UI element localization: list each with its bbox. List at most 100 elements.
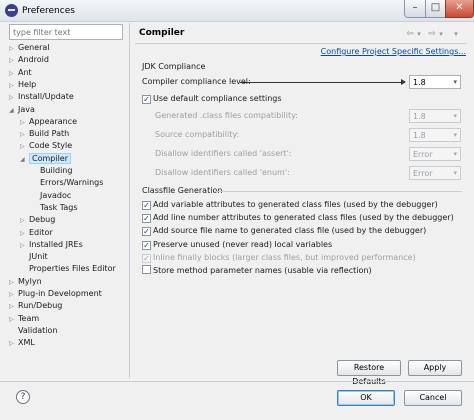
tree-item[interactable]: ▷ Debug (20, 214, 55, 226)
classfile-option-checkbox[interactable]: ✓ Add source file name to generated class… (142, 225, 426, 237)
tree-item-label: Debug (29, 215, 56, 225)
tree-item[interactable]: ▷ Mylyn (9, 276, 42, 288)
forward-menu-chevron-icon[interactable]: ▾ (436, 28, 446, 40)
minimize-button[interactable]: – (404, 0, 426, 18)
tree-item-label: Help (18, 79, 37, 89)
collapsed-chevron-icon[interactable]: ▷ (9, 277, 18, 289)
tree-item-label: Editor (29, 227, 53, 237)
preference-tree: ▷ General ▷ Android ▷ Ant ▷ Help ▷ Install/Update… (9, 42, 123, 372)
classfile-option-label: Preserve unused (never read) local varia… (153, 239, 333, 249)
tree-item-label: XML (18, 338, 35, 348)
collapsed-chevron-icon[interactable]: ▷ (9, 314, 18, 326)
tree-item-label: Errors/Warnings (40, 178, 104, 188)
tree-item[interactable]: ▷ Team (9, 313, 39, 325)
close-button[interactable]: ✕ (445, 0, 474, 18)
apply-button[interactable]: Apply (408, 360, 462, 376)
use-default-compliance-label: Use default compliance settings (153, 94, 282, 103)
collapsed-chevron-icon[interactable]: ▷ (9, 92, 18, 104)
collapsed-chevron-icon[interactable]: ▷ (9, 68, 18, 80)
tree-item[interactable]: Task Tags (31, 202, 78, 214)
collapsed-chevron-icon[interactable]: ▷ (20, 215, 29, 227)
tree-item[interactable]: ▷ XML (9, 337, 35, 349)
compliance-level-combo[interactable]: 1.8 ▾ (409, 75, 461, 89)
tree-item[interactable]: ▷ Install/Update (9, 91, 74, 103)
classfile-option-checkbox[interactable]: ✓ Preserve unused (never read) local vari… (142, 239, 332, 251)
tree-item[interactable]: ▷ Installed JREs (20, 239, 83, 251)
nav-toolbar: ⇦ ▾ ⇨ ▾ ▾ (405, 28, 463, 40)
help-icon[interactable]: ? (16, 390, 30, 404)
tree-item[interactable]: ▷ Ant (9, 67, 32, 79)
tree-item[interactable]: ◢ Java (9, 104, 35, 116)
page-title: Compiler (139, 28, 185, 38)
configure-project-settings-link[interactable]: Configure Project Specific Settings... (321, 47, 466, 56)
checkbox-check-icon: ✓ (142, 95, 151, 104)
tree-item[interactable]: ▷ General (9, 42, 50, 54)
classfile-option-label: Add variable attributes to generated cla… (153, 200, 438, 209)
disabled-setting-combo[interactable]: Error ▾ (409, 147, 461, 161)
collapsed-chevron-icon[interactable]: ▷ (20, 129, 29, 141)
collapsed-chevron-icon[interactable]: ▷ (9, 301, 18, 313)
disabled-setting-label: Disallow identifiers called 'assert': (155, 149, 292, 158)
disabled-setting-value: Error (413, 169, 433, 178)
tree-item[interactable]: ▷ Editor (20, 227, 53, 239)
cancel-button[interactable]: Cancel (404, 390, 462, 406)
expanded-chevron-icon[interactable]: ◢ (9, 105, 18, 117)
classfile-option-checkbox[interactable]: ✓ Add line number attributes to generated… (142, 212, 454, 224)
jdk-compliance-heading: JDK Compliance (142, 62, 206, 71)
tree-item-label: Javadoc (40, 190, 72, 200)
tree-item[interactable]: ▷ Plug-in Development (9, 288, 102, 300)
maximize-button[interactable]: □ (425, 0, 446, 18)
tree-item[interactable]: JUnit (20, 251, 48, 263)
tree-item[interactable]: Errors/Warnings (31, 177, 103, 189)
tree-item-label: JUnit (29, 252, 48, 262)
collapsed-chevron-icon[interactable]: ▷ (20, 228, 29, 240)
ok-button[interactable]: OK (337, 390, 395, 406)
tree-item-label: Plug-in Development (18, 289, 102, 298)
disabled-setting-combo[interactable]: Error ▾ (409, 166, 461, 180)
collapsed-chevron-icon[interactable]: ▷ (9, 338, 18, 350)
compliance-level-value: 1.8 (413, 78, 426, 87)
collapsed-chevron-icon[interactable]: ▷ (9, 43, 18, 55)
checkbox-check-icon: ✓ (142, 253, 151, 263)
pointer-arrow-line (240, 82, 402, 83)
use-default-compliance-checkbox[interactable]: ✓ Use default compliance settings (142, 93, 282, 105)
collapsed-chevron-icon[interactable]: ▷ (9, 289, 18, 301)
tree-item[interactable]: Javadoc (31, 190, 71, 202)
classfile-option-checkbox[interactable]: ✓ Add variable attributes to generated cl… (142, 199, 438, 211)
collapsed-chevron-icon[interactable]: ▷ (9, 55, 18, 67)
title-bar: Preferences – □ ✕ (0, 0, 474, 22)
view-menu-chevron-icon[interactable]: ▾ (451, 28, 461, 40)
checkbox-check-icon: ✓ (142, 227, 151, 237)
checkbox-check-icon: ✓ (142, 214, 151, 224)
tree-item[interactable]: Properties Files Editor (20, 263, 116, 275)
tree-item[interactable]: ▷ Code Style (20, 140, 72, 152)
classfile-option-label: Add line number attributes to generated … (153, 213, 454, 223)
pane-splitter[interactable] (129, 23, 130, 378)
tree-item[interactable]: Building (31, 165, 72, 177)
classfile-option-checkbox[interactable]: Store method parameter names (usable via… (142, 265, 372, 277)
disabled-setting-label: Source compatibility: (155, 130, 240, 139)
disabled-setting-combo[interactable]: 1.8 ▾ (409, 128, 461, 142)
pointer-arrowhead-icon (401, 79, 406, 85)
tree-item[interactable]: ▷ Help (9, 79, 36, 91)
tree-item-label: Android (18, 55, 49, 65)
collapsed-chevron-icon[interactable]: ▷ (20, 240, 29, 252)
disabled-setting-combo[interactable]: 1.8 ▾ (409, 109, 461, 123)
tree-item[interactable]: ▷ Android (9, 54, 49, 66)
tree-item[interactable]: ▷ Build Path (20, 128, 69, 140)
collapsed-chevron-icon[interactable]: ▷ (20, 141, 29, 153)
tree-item[interactable]: ◢ Compiler (20, 152, 72, 166)
collapsed-chevron-icon[interactable]: ▷ (9, 80, 18, 92)
classfile-generation-heading: Classfile Generation (142, 186, 223, 195)
filter-input[interactable] (9, 24, 123, 40)
back-menu-chevron-icon[interactable]: ▾ (414, 28, 424, 40)
chevron-down-icon: ▾ (453, 131, 457, 139)
expanded-chevron-icon[interactable]: ◢ (20, 154, 29, 166)
tree-item-label: Building (40, 166, 73, 175)
compliance-level-label: Compiler compliance level: (142, 77, 251, 86)
tree-item[interactable]: ▷ Run/Debug (9, 300, 62, 312)
restore-defaults-button[interactable]: Restore Defaults (337, 360, 401, 386)
tree-item[interactable]: ▷ Appearance (20, 116, 77, 128)
tree-item[interactable]: Validation (9, 325, 58, 337)
collapsed-chevron-icon[interactable]: ▷ (20, 117, 29, 129)
